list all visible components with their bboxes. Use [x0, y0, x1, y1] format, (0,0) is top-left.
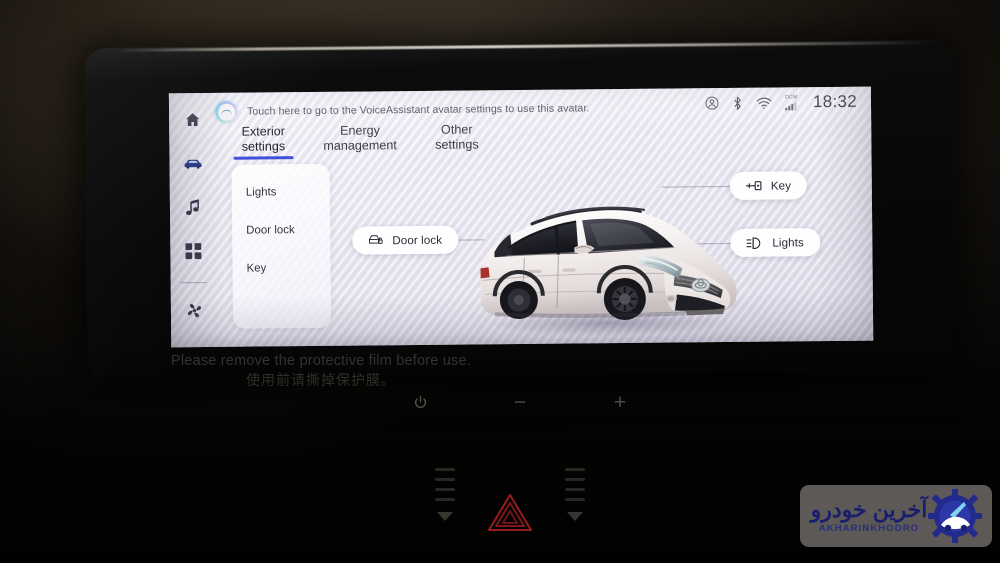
notification-text: Touch here to go to the VoiceAssistant a…: [246, 102, 590, 118]
hotspot-door-lock[interactable]: Door lock: [352, 225, 459, 255]
vent-slat: [565, 488, 585, 491]
vent-slat: [435, 498, 455, 501]
hazard-triangle-icon: [486, 490, 534, 534]
vent-slat: [565, 498, 585, 501]
wifi-icon[interactable]: [756, 96, 772, 109]
vent-slat: [435, 478, 455, 481]
tab-label: Exterior settings: [241, 124, 286, 154]
vent-arrow-icon: [437, 512, 453, 521]
option-item-key[interactable]: Key: [247, 262, 331, 274]
dashboard-scene: Touch here to go to the VoiceAssistant a…: [0, 0, 1000, 563]
vent-arrow-icon: [567, 512, 583, 521]
hotspot-key[interactable]: Key: [729, 171, 808, 200]
voice-assistant-orb-icon: [214, 100, 238, 123]
home-icon: [184, 111, 201, 128]
user-account-icon[interactable]: [705, 96, 719, 110]
sidebar-rail: [169, 93, 217, 347]
tab-label: Energy management: [323, 123, 397, 153]
key-icon: [745, 180, 762, 192]
hard-key-row: − +: [400, 385, 640, 419]
tab-exterior-settings[interactable]: Exterior settings: [231, 124, 295, 160]
infotainment-screen[interactable]: Touch here to go to the VoiceAssistant a…: [168, 86, 874, 348]
power-button[interactable]: [400, 395, 440, 410]
tab-energy-management[interactable]: Energy management: [323, 123, 397, 159]
status-bar: DCM 18:32: [705, 92, 857, 113]
sidebar-item-apps[interactable]: [176, 236, 210, 266]
watermark-text-group: آخرین خودرو AKHARINKHODRO: [810, 498, 928, 534]
volume-down-button[interactable]: −: [500, 392, 540, 413]
hazard-warning-button[interactable]: [486, 490, 534, 534]
air-vent-left[interactable]: [432, 468, 458, 521]
tab-other-settings[interactable]: Other settings: [425, 122, 489, 158]
watermark-latin: AKHARINKHODRO: [818, 523, 920, 535]
pill-label: Key: [770, 178, 792, 193]
watermark-badge: آخرین خودرو AKHARINKHODRO: [800, 485, 992, 547]
pill-label: Lights: [772, 235, 804, 250]
exterior-settings-option-card: Lights Door lock Key: [231, 163, 332, 329]
dcm-signal-icon: DCM: [785, 93, 798, 110]
lower-control-stack: [400, 468, 620, 563]
vent-slat: [435, 488, 455, 491]
settings-tabs: Exterior settings Energy management Othe…: [231, 122, 489, 159]
air-vent-right[interactable]: [562, 468, 588, 521]
headlight-icon: [746, 236, 763, 249]
option-item-door-lock[interactable]: Door lock: [246, 224, 330, 236]
watermark-logo-icon: [928, 489, 982, 543]
sidebar-item-climate[interactable]: [177, 295, 211, 325]
status-clock: 18:32: [812, 91, 858, 112]
sidebar-divider: [180, 282, 207, 284]
dcm-label: DCM: [785, 93, 798, 100]
sidebar-item-home[interactable]: [175, 105, 209, 135]
pill-label: Door lock: [392, 233, 443, 247]
fan-icon: [185, 302, 202, 319]
watermark-farsi: آخرین خودرو: [810, 496, 928, 522]
head-unit-housing: Touch here to go to the VoiceAssistant a…: [84, 39, 956, 379]
power-icon: [400, 395, 440, 410]
sidebar-item-media[interactable]: [176, 193, 210, 223]
music-icon: [185, 199, 200, 216]
car-icon: [183, 157, 202, 171]
sidebar-item-vehicle[interactable]: [175, 149, 209, 179]
apps-grid-icon: [185, 243, 202, 260]
hotspot-lights[interactable]: Lights: [730, 228, 821, 257]
vent-slat: [565, 478, 585, 481]
door-lock-icon: [368, 233, 383, 247]
tab-label: Other settings: [435, 122, 479, 152]
option-item-lights[interactable]: Lights: [246, 186, 330, 198]
bluetooth-icon[interactable]: [732, 95, 743, 110]
vent-slat: [435, 468, 455, 471]
vent-slat: [565, 468, 585, 471]
volume-up-button[interactable]: +: [600, 392, 640, 413]
vehicle-render[interactable]: [458, 182, 749, 341]
